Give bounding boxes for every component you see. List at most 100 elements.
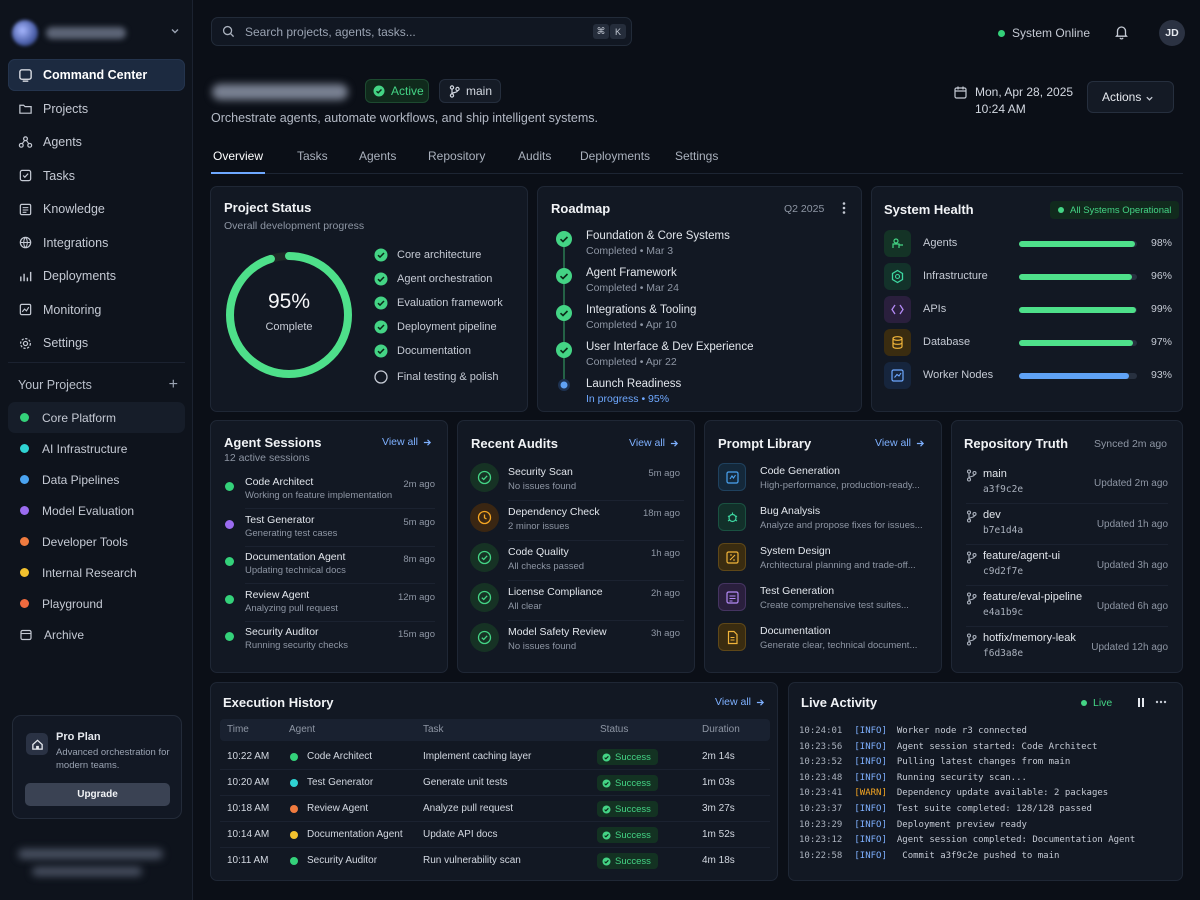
check-circle-icon — [602, 831, 611, 839]
log-message: Pulling latest changes from main — [896, 757, 1071, 768]
checklist-item: Agent orchestration — [374, 267, 503, 291]
search-bar[interactable]: Search projects, agents, tasks... ⌘ K — [211, 17, 632, 46]
prompt-name: Test Generation — [760, 585, 835, 597]
upgrade-button[interactable]: Upgrade — [25, 783, 170, 806]
log-time: 10:23:41 — [799, 788, 843, 799]
pause-icon[interactable] — [1136, 697, 1146, 708]
log-time: 10:23:29 — [799, 819, 843, 830]
branch-updated: Updated 2m ago — [1094, 478, 1168, 489]
nav-label: Monitoring — [43, 302, 102, 317]
project-archive[interactable]: Archive — [8, 619, 185, 650]
log-line: 10:23:48 [INFO] Running security scan... — [799, 773, 1027, 783]
project-core-platform[interactable]: Core Platform — [8, 402, 185, 433]
table-row[interactable]: 10:14 AM Documentation Agent Update API do… — [220, 822, 770, 848]
tab-audits[interactable]: Audits — [518, 149, 551, 163]
branch-row[interactable]: main a3f9c2e Updated 2m ago — [952, 467, 1182, 504]
nav-monitoring[interactable]: Monitoring — [8, 294, 185, 326]
search-input[interactable]: Search projects, agents, tasks... — [245, 25, 416, 39]
nav-tasks[interactable]: Tasks — [8, 160, 185, 192]
project-playground[interactable]: Playground — [8, 588, 185, 619]
branch-selector[interactable]: main — [439, 79, 501, 103]
roadmap-item-date: Apr 10 — [645, 319, 677, 331]
list-item[interactable]: Model Safety Review No issues found 3h ago — [458, 623, 694, 659]
log-level: [WARN] — [854, 788, 887, 799]
list-item[interactable]: Security Scan No issues found 5m ago — [458, 463, 694, 501]
agent-name: Test Generator — [245, 513, 315, 526]
database-icon — [884, 329, 911, 356]
table-row[interactable]: 10:20 AM Test Generator Generate unit test… — [220, 770, 770, 796]
add-project-icon[interactable]: + — [169, 377, 178, 393]
branch-row[interactable]: feature/eval-pipeline e4a1b9c Updated 6h a… — [952, 590, 1182, 627]
card-title: Execution History — [223, 695, 334, 710]
table-row[interactable]: 10:18 AM Review Agent Analyze pull request… — [220, 796, 770, 822]
branch-name: hotfix/memory-leak — [983, 632, 1076, 644]
tab-overview[interactable]: Overview — [213, 149, 263, 163]
check-circle-icon — [374, 272, 388, 286]
check-circle-icon — [373, 85, 385, 97]
tab-repository[interactable]: Repository — [428, 149, 485, 163]
health-bar — [1019, 274, 1137, 280]
tab-deployments[interactable]: Deployments — [580, 149, 650, 163]
view-all-link[interactable]: View all — [875, 437, 925, 449]
table-row[interactable]: 10:11 AM Security Auditor Run vulnerabilit… — [220, 848, 770, 874]
log-level: [INFO] — [854, 772, 887, 783]
more-vertical-icon[interactable] — [838, 201, 850, 215]
branch-updated: Updated 6h ago — [1096, 601, 1168, 612]
nav-integrations[interactable]: Integrations — [8, 227, 185, 259]
list-item[interactable]: Documentation Generate clear, technical d… — [705, 623, 941, 659]
nav-settings[interactable]: Settings — [8, 327, 185, 359]
cell-task: Run vulnerability scan — [423, 855, 521, 866]
checklist-label: Documentation — [397, 345, 471, 357]
health-row-agents: Agents 98% — [884, 230, 1172, 258]
list-item[interactable]: Bug Analysis Analyze and propose fixes fo… — [705, 503, 941, 539]
check-circle-icon — [374, 344, 388, 358]
tab-tasks[interactable]: Tasks — [297, 149, 328, 163]
project-model-evaluation[interactable]: Model Evaluation — [8, 495, 185, 526]
user-profile-blurred[interactable] — [18, 845, 168, 881]
list-item[interactable]: Dependency Check 2 minor issues 18m ago — [458, 503, 694, 541]
view-all-link[interactable]: View all — [629, 437, 679, 449]
gear-icon — [20, 337, 31, 349]
workspace-switcher[interactable] — [8, 16, 186, 50]
git-branch-icon — [966, 469, 977, 482]
project-data-pipelines[interactable]: Data Pipelines — [8, 464, 185, 495]
view-all-link[interactable]: View all — [715, 696, 765, 708]
project-ai-infrastructure[interactable]: AI Infrastructure — [8, 433, 185, 464]
actions-button[interactable]: Actions — [1087, 81, 1174, 113]
list-item[interactable]: Documentation Agent Updating technical do… — [211, 551, 447, 585]
view-all-link[interactable]: View all — [382, 436, 432, 448]
agent-time: 5m ago — [403, 516, 435, 528]
nav-command-center[interactable]: Command Center — [8, 59, 185, 91]
avatar[interactable]: JD — [1159, 20, 1185, 46]
tasks-icon — [19, 169, 32, 182]
nav-deployments[interactable]: Deployments — [8, 260, 185, 292]
list-item[interactable]: Code Quality All checks passed 1h ago — [458, 543, 694, 581]
log-message: Commit a3f9c2e pushed to main — [896, 850, 1060, 861]
list-item[interactable]: Code Architect Working on feature impleme… — [211, 476, 447, 510]
list-item[interactable]: Code Generation High-performance, product… — [705, 463, 941, 499]
list-item[interactable]: Test Generation Create comprehensive test… — [705, 583, 941, 619]
list-item[interactable]: License Compliance All clear 2h ago — [458, 583, 694, 621]
bell-icon[interactable] — [1114, 24, 1129, 40]
branch-row[interactable]: hotfix/memory-leak f6d3a8e Updated 12h ago — [952, 631, 1182, 663]
branch-row[interactable]: dev b7e1d4a Updated 1h ago — [952, 508, 1182, 545]
project-developer-tools[interactable]: Developer Tools — [8, 526, 185, 557]
list-item[interactable]: System Design Architectural planning and … — [705, 543, 941, 579]
list-item[interactable]: Test Generator Generating test cases 5m ag… — [211, 514, 447, 548]
agent-activity: Updating technical docs — [245, 565, 346, 576]
row-divider — [966, 626, 1168, 627]
tab-settings[interactable]: Settings — [675, 149, 718, 163]
table-row[interactable]: 10:22 AM Code Architect Implement caching … — [220, 744, 770, 770]
health-bar-fill — [1019, 307, 1136, 313]
more-horizontal-icon[interactable] — [1155, 700, 1167, 704]
branch-row[interactable]: feature/agent-ui c9d2f7e Updated 3h ago — [952, 549, 1182, 586]
log-level: [INFO] — [854, 726, 887, 736]
list-item[interactable]: Security Auditor Running security checks 1… — [211, 626, 447, 660]
nav-projects[interactable]: Projects — [8, 93, 185, 125]
tab-agents[interactable]: Agents — [359, 149, 396, 163]
nav-knowledge[interactable]: Knowledge — [8, 193, 185, 225]
list-item[interactable]: Review Agent Analyzing pull request 12m ag… — [211, 589, 447, 623]
project-internal-research[interactable]: Internal Research — [8, 557, 185, 588]
cell-duration: 3m 27s — [702, 803, 735, 814]
nav-agents[interactable]: Agents — [8, 126, 185, 158]
